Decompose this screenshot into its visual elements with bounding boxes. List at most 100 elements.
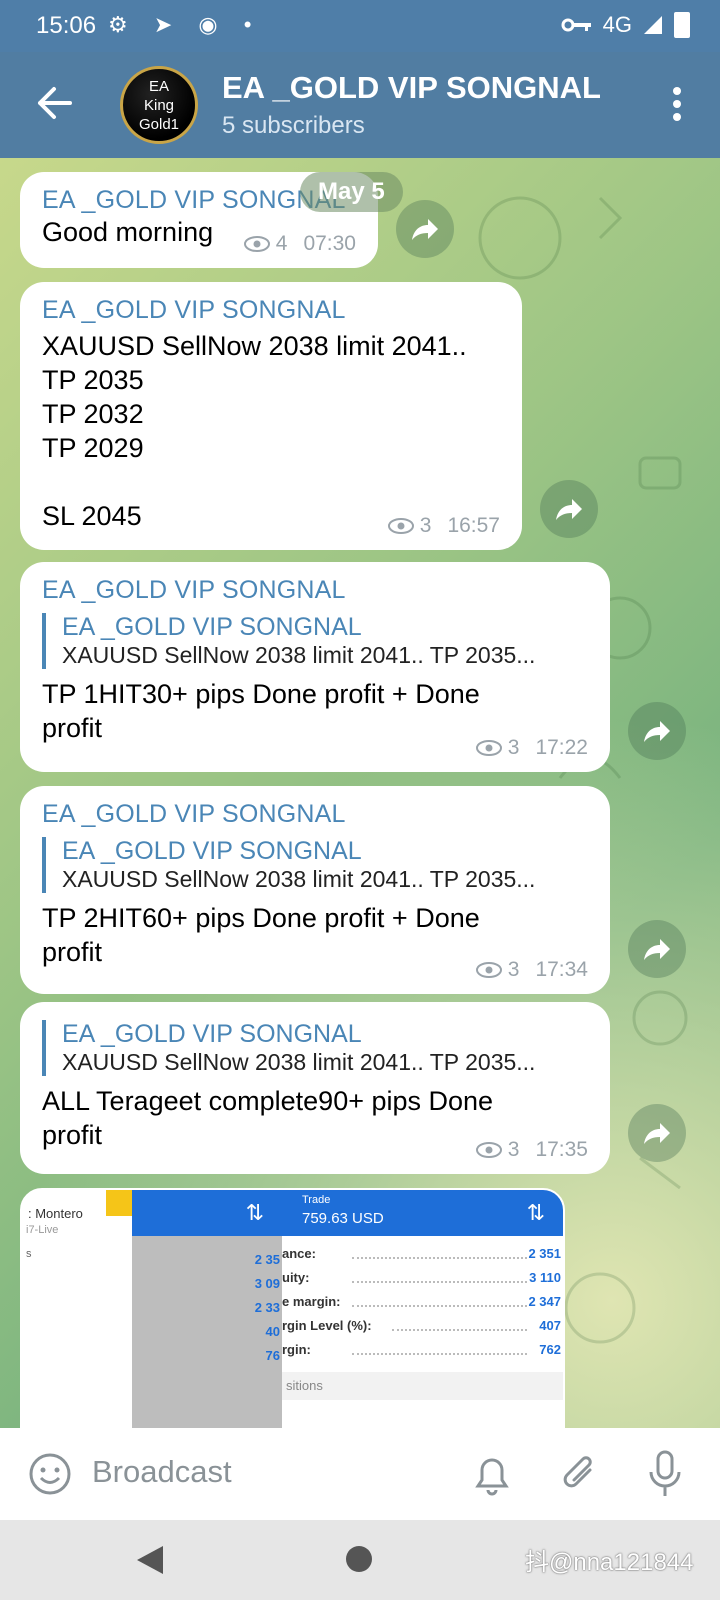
row-value: 2 347 [528, 1294, 561, 1309]
forward-button[interactable] [540, 480, 598, 538]
bell-icon[interactable] [470, 1450, 514, 1498]
trade-row: uity: 3 110 [282, 1270, 563, 1294]
back-arrow-icon[interactable] [30, 78, 80, 128]
photo-panel-header: ⇅ [132, 1190, 282, 1236]
message-text: TP 1HIT30+ pips Done profit + Done profi… [42, 679, 480, 743]
message-meta: 3 17:22 [475, 736, 588, 760]
vpn-key-icon [561, 18, 591, 32]
row-value: 407 [539, 1318, 561, 1333]
trade-row: e margin: 2 347 [282, 1294, 563, 1318]
positions-label: sitions [282, 1372, 563, 1400]
message-time: 07:30 [303, 232, 356, 255]
mid-number: 2 33 [254, 1300, 280, 1315]
reply-sender: EA _GOLD VIP SONGNAL [62, 837, 362, 865]
trade-amount: 759.63 USD [302, 1210, 384, 1227]
forward-button[interactable] [628, 920, 686, 978]
message-sender: EA _GOLD VIP SONGNAL [42, 800, 346, 828]
trade-label: Trade [302, 1194, 331, 1206]
broadcast-input[interactable]: Broadcast [92, 1454, 232, 1490]
message-time: 17:22 [535, 736, 588, 759]
composer-bar: Broadcast [0, 1428, 720, 1520]
forward-button[interactable] [628, 1104, 686, 1162]
views-eye-icon [475, 962, 502, 978]
trade-row: rgin Level (%): 407 [282, 1318, 563, 1342]
forward-button[interactable] [396, 200, 454, 258]
signal-icon [644, 16, 662, 34]
photo-message[interactable]: : Montero i7-Live s ⇅ 2 35 3 09 2 33 40 … [20, 1188, 565, 1428]
more-vert-icon[interactable] [672, 86, 682, 122]
network-type: 4G [602, 12, 632, 37]
message-bubble[interactable]: EA _GOLD VIP SONGNAL EA _GOLD VIP SONGNA… [20, 562, 610, 772]
view-count: 4 [275, 232, 288, 255]
row-value: 2 351 [528, 1246, 561, 1261]
sort-icon: ⇅ [526, 1200, 545, 1225]
reply-quote[interactable]: EA _GOLD VIP SONGNAL XAUUSD SellNow 2038… [42, 1020, 588, 1076]
trade-header: Trade 759.63 USD ⇅ [282, 1190, 563, 1236]
message-time: 17:35 [535, 1138, 588, 1161]
message-time: 16:57 [447, 514, 500, 537]
reply-text: XAUUSD SellNow 2038 limit 2041.. TP 2035… [62, 1049, 536, 1075]
photo-panel-right: Trade 759.63 USD ⇅ ance: 2 351 uity: 3 110… [282, 1190, 563, 1428]
message-bubble[interactable]: EA _GOLD VIP SONGNAL XAUUSD SellNow 2038… [20, 1002, 610, 1174]
forward-icon [644, 1123, 670, 1144]
status-right: 4G [561, 12, 690, 38]
mid-number: 2 35 [254, 1252, 280, 1267]
reply-quote[interactable]: EA _GOLD VIP SONGNAL XAUUSD SellNow 2038… [42, 837, 588, 893]
message-bubble[interactable]: EA _GOLD VIP SONGNAL EA _GOLD VIP SONGNA… [20, 786, 610, 994]
reply-sender: EA _GOLD VIP SONGNAL [62, 613, 362, 641]
sort-icon: ⇅ [245, 1200, 264, 1225]
attach-icon[interactable] [558, 1450, 602, 1498]
forward-icon [644, 721, 670, 742]
battery-icon [674, 12, 690, 38]
view-count: 3 [507, 1138, 520, 1161]
demo-ribbon [106, 1190, 132, 1216]
status-bar: 15:06 ⚙ ➤ ◉ • 4G [0, 0, 720, 52]
view-count: 3 [419, 514, 432, 537]
view-count: 3 [507, 958, 520, 981]
row-value: 3 110 [529, 1270, 561, 1285]
trade-row: rgin: 762 [282, 1342, 563, 1366]
message-sender: EA _GOLD VIP SONGNAL [42, 576, 346, 604]
row-label: ance: [282, 1246, 316, 1261]
emoji-icon[interactable] [28, 1452, 72, 1496]
reply-quote[interactable]: EA _GOLD VIP SONGNAL XAUUSD SellNow 2038… [42, 613, 588, 669]
photo-panel-left: : Montero i7-Live s [22, 1190, 132, 1428]
nav-back-icon[interactable] [135, 1544, 165, 1576]
nav-home-button[interactable] [346, 1546, 372, 1572]
photo-panel-middle: ⇅ 2 35 3 09 2 33 40 76 [132, 1190, 282, 1428]
message-sender: EA _GOLD VIP SONGNAL [42, 296, 346, 324]
message-meta: 4 07:30 [243, 232, 356, 256]
date-label: May 5 [300, 172, 403, 212]
watermark: 抖@nna121844 [525, 1549, 694, 1576]
channel-avatar[interactable]: EA King Gold1 [120, 66, 198, 144]
message-text: XAUUSD SellNow 2038 limit 2041.. TP 2035… [42, 331, 467, 531]
row-label: e margin: [282, 1294, 341, 1309]
system-nav-bar: 抖@nna121844 [0, 1520, 720, 1600]
reply-text: XAUUSD SellNow 2038 limit 2041.. TP 2035… [62, 866, 536, 892]
forward-button[interactable] [628, 702, 686, 760]
microphone-icon[interactable] [645, 1448, 685, 1500]
chat-area[interactable]: EA _GOLD VIP SONGNAL Good morning 4 07:3… [0, 158, 720, 1428]
account-s: s [26, 1248, 32, 1260]
subscriber-count: 5 subscribers [222, 112, 365, 139]
message-bubble[interactable]: EA _GOLD VIP SONGNAL XAUUSD SellNow 2038… [20, 282, 522, 550]
mid-number: 3 09 [254, 1276, 280, 1291]
message-meta: 3 17:34 [475, 958, 588, 982]
row-value: 762 [539, 1342, 561, 1357]
notification-icons: ⚙ ➤ ◉ • [108, 12, 262, 37]
status-time: 15:06 [36, 12, 97, 39]
mid-number: 40 [265, 1324, 280, 1339]
message-meta: 3 16:57 [387, 514, 500, 538]
message-meta: 3 17:35 [475, 1138, 588, 1162]
channel-title[interactable]: EA _GOLD VIP SONGNAL [222, 70, 601, 106]
account-name: : Montero [28, 1206, 83, 1221]
views-eye-icon [475, 1142, 502, 1158]
avatar-label: EA King Gold1 [138, 77, 180, 133]
reply-text: XAUUSD SellNow 2038 limit 2041.. TP 2035… [62, 642, 536, 668]
message-time: 17:34 [535, 958, 588, 981]
trade-row: ance: 2 351 [282, 1246, 563, 1270]
channel-header[interactable]: EA King Gold1 EA _GOLD VIP SONGNAL 5 sub… [0, 52, 720, 158]
view-count: 3 [507, 736, 520, 759]
views-eye-icon [475, 740, 502, 756]
forward-icon [556, 499, 582, 520]
